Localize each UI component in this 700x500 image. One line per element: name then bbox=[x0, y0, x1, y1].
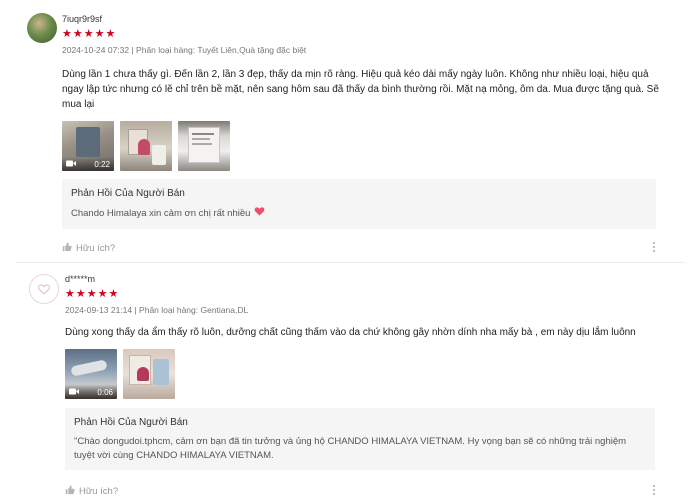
star-icon: ★ bbox=[83, 28, 94, 40]
review-text: Dùng xong thấy da ẩm thấy rõ luôn, dưỡng… bbox=[65, 327, 636, 338]
video-camera-icon bbox=[66, 160, 76, 169]
seller-reply-title: Phản Hồi Của Người Bán bbox=[71, 188, 185, 199]
review-item: d*****m ★ ★ ★ ★ ★ 2024-09-13 21:14 | Phâ… bbox=[0, 262, 700, 500]
thumbs-up-icon bbox=[62, 242, 72, 255]
review-video-thumb[interactable]: 0:06 bbox=[65, 349, 117, 399]
helpful-button[interactable]: Hữu ích? bbox=[65, 485, 118, 498]
avatar[interactable] bbox=[27, 13, 57, 43]
more-vertical-icon[interactable] bbox=[653, 242, 656, 252]
heart-icon bbox=[254, 206, 265, 221]
default-avatar-icon bbox=[38, 284, 50, 294]
video-camera-icon bbox=[69, 388, 79, 397]
review-meta: 2024-09-13 21:14 | Phân loại hàng: Genti… bbox=[65, 305, 249, 315]
seller-reply-title: Phản Hồi Của Người Bán bbox=[74, 417, 188, 428]
review-item: 7iuqr9r9sf ★ ★ ★ ★ ★ 2024-10-24 07:32 | … bbox=[0, 0, 700, 262]
review-text: Dùng lần 1 chưa thấy gì. Đến lần 2, lần … bbox=[62, 69, 659, 110]
review-image-thumb[interactable] bbox=[178, 121, 230, 171]
video-duration: 0:06 bbox=[97, 387, 113, 397]
helpful-button[interactable]: Hữu ích? bbox=[62, 242, 115, 255]
star-icon: ★ bbox=[94, 28, 105, 40]
more-vertical-icon[interactable] bbox=[653, 485, 656, 495]
star-icon: ★ bbox=[62, 28, 72, 40]
video-duration: 0:22 bbox=[94, 159, 110, 169]
review-media: 0:06 bbox=[65, 349, 175, 399]
rating-stars: ★ ★ ★ ★ ★ bbox=[62, 29, 115, 40]
star-icon: ★ bbox=[65, 288, 75, 300]
avatar[interactable] bbox=[29, 274, 59, 304]
star-icon: ★ bbox=[86, 288, 97, 300]
reviewer-username[interactable]: 7iuqr9r9sf bbox=[62, 14, 102, 24]
rating-stars: ★ ★ ★ ★ ★ bbox=[65, 289, 118, 300]
reviewer-username[interactable]: d*****m bbox=[65, 274, 95, 284]
seller-reply: Phản Hồi Của Người Bán Chando Himalaya x… bbox=[62, 179, 656, 229]
star-icon: ★ bbox=[97, 288, 108, 300]
helpful-label: Hữu ích? bbox=[79, 486, 119, 497]
seller-reply-message: Chando Himalaya xin cảm ơn chị rất nhiều bbox=[71, 207, 251, 219]
seller-reply: Phản Hồi Của Người Bán "Chào dongudoi.tp… bbox=[65, 408, 655, 470]
review-meta: 2024-10-24 07:32 | Phân loại hàng: Tuyết… bbox=[62, 45, 307, 55]
review-image-thumb[interactable] bbox=[123, 349, 175, 399]
review-video-thumb[interactable]: 0:22 bbox=[62, 121, 114, 171]
review-media: 0:22 bbox=[62, 121, 230, 171]
helpful-label: Hữu ích? bbox=[76, 243, 116, 254]
star-icon: ★ bbox=[75, 288, 86, 300]
seller-reply-text: "Chào dongudoi.tphcm, cảm ơn bạn đã tin … bbox=[74, 436, 627, 461]
review-image-thumb[interactable] bbox=[120, 121, 172, 171]
star-icon: ★ bbox=[105, 28, 116, 40]
star-icon: ★ bbox=[72, 28, 83, 40]
seller-reply-text: Chando Himalaya xin cảm ơn chị rất nhiều bbox=[71, 206, 265, 221]
thumbs-up-icon bbox=[65, 485, 75, 498]
star-icon: ★ bbox=[108, 288, 119, 300]
